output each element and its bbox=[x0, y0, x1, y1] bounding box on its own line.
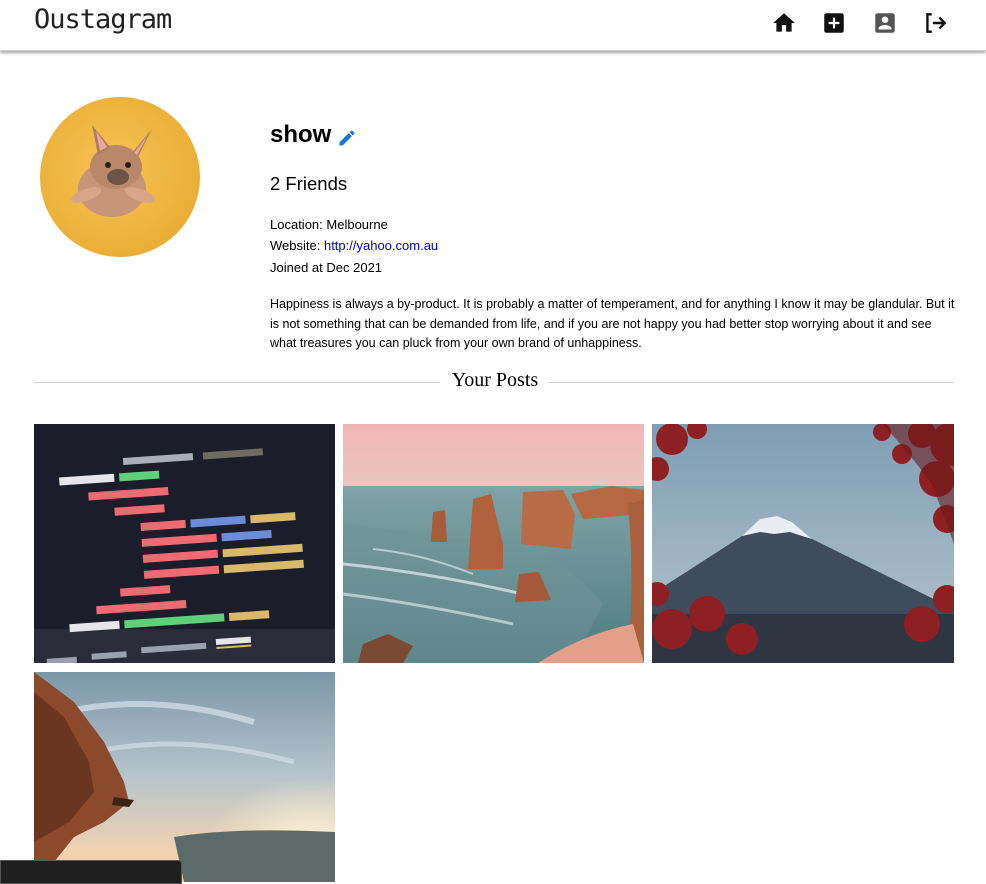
profile-avatar bbox=[40, 97, 200, 257]
location-value: Melbourne bbox=[326, 217, 388, 232]
post-thumbnail[interactable] bbox=[34, 424, 335, 663]
post-thumbnail[interactable] bbox=[34, 672, 335, 882]
website-label: Website: bbox=[270, 238, 321, 253]
friends-count[interactable]: 2 Friends bbox=[270, 173, 347, 195]
profile-icon[interactable] bbox=[872, 10, 898, 36]
profile-bio: Happiness is always a by-product. It is … bbox=[270, 297, 955, 350]
add-post-icon[interactable] bbox=[821, 10, 847, 36]
location-label: Location: bbox=[270, 217, 323, 232]
your-posts-heading: Your Posts bbox=[451, 369, 539, 391]
edit-pencil-icon[interactable] bbox=[337, 128, 357, 148]
website-link[interactable]: http://yahoo.com.au bbox=[324, 238, 438, 253]
post-thumbnail[interactable] bbox=[343, 424, 644, 663]
location-line: Location: Melbourne bbox=[270, 217, 388, 232]
logout-icon[interactable] bbox=[922, 10, 948, 36]
bottom-toast-bar bbox=[0, 860, 182, 884]
post-thumbnail[interactable] bbox=[652, 424, 954, 663]
app-logo[interactable]: Oustagram bbox=[34, 4, 172, 35]
top-nav-bar: Oustagram bbox=[0, 0, 986, 51]
profile-username: show bbox=[270, 121, 332, 148]
website-line: Website: http://yahoo.com.au bbox=[270, 238, 438, 253]
section-divider-left bbox=[34, 382, 440, 383]
section-divider-right bbox=[548, 382, 954, 383]
home-icon[interactable] bbox=[771, 10, 797, 36]
joined-date: Joined at Dec 2021 bbox=[270, 260, 383, 275]
